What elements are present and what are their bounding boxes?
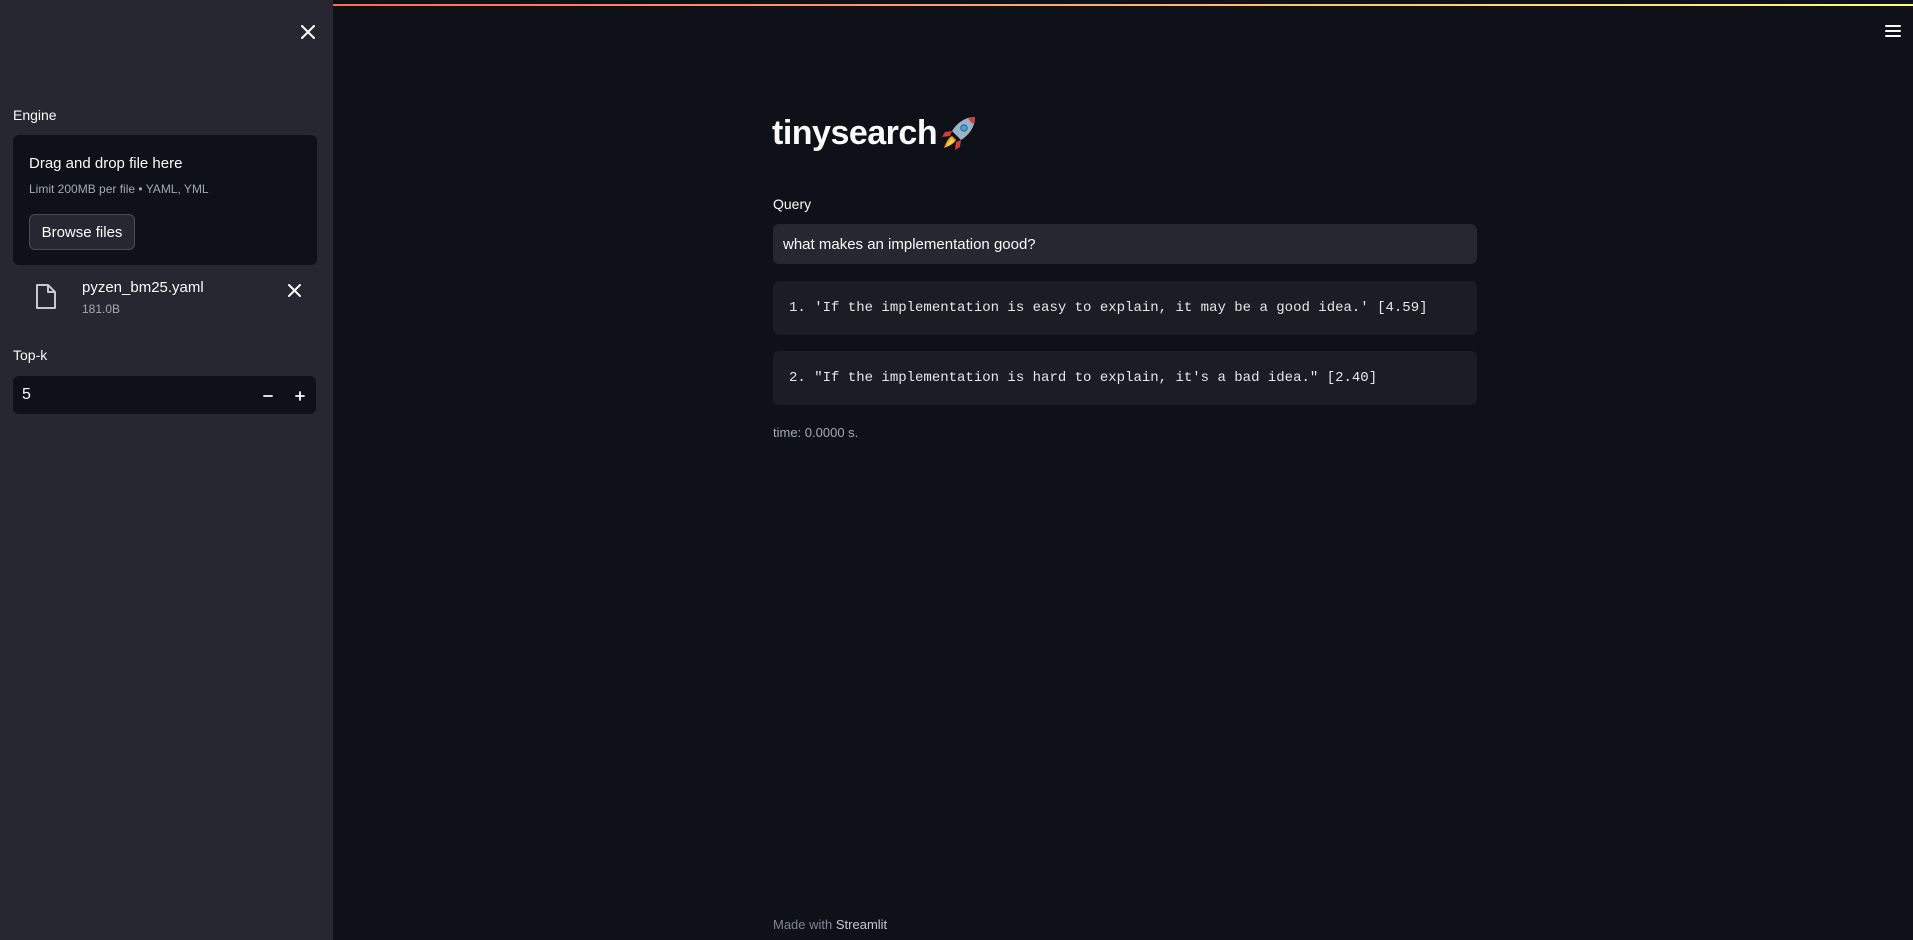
file-dropzone[interactable]: Drag and drop file here Limit 200MB per … <box>13 135 317 265</box>
result-item-1: 1. 'If the implementation is easy to exp… <box>773 281 1477 335</box>
query-label: Query <box>773 196 812 212</box>
hamburger-icon <box>1885 25 1901 37</box>
sidebar-close-button[interactable] <box>296 20 320 44</box>
footer: Made with Streamlit <box>773 917 887 932</box>
minus-icon <box>263 395 273 397</box>
dropzone-limit-text: Limit 200MB per file • YAML, YML <box>29 182 209 196</box>
result-item-2: 2. "If the implementation is hard to exp… <box>773 351 1477 405</box>
footer-prefix: Made with <box>773 917 836 932</box>
close-icon <box>301 25 315 39</box>
dropzone-title: Drag and drop file here <box>29 155 183 172</box>
uploaded-file-row: pyzen_bm25.yaml 181.0B <box>13 275 317 325</box>
streamlit-link[interactable]: Streamlit <box>836 917 887 932</box>
browse-files-button[interactable]: Browse files <box>29 214 135 250</box>
query-input[interactable] <box>773 224 1477 264</box>
main-menu-button[interactable] <box>1882 20 1904 42</box>
plus-icon <box>295 391 305 401</box>
engine-label: Engine <box>13 107 57 123</box>
close-icon <box>287 283 301 297</box>
file-icon <box>35 283 57 315</box>
topk-value[interactable]: 5 <box>22 386 31 404</box>
increment-button[interactable] <box>284 377 316 415</box>
page-title: tinysearch <box>772 113 979 153</box>
remove-file-button[interactable] <box>283 279 305 301</box>
page-title-text: tinysearch <box>772 113 938 152</box>
topk-label: Top-k <box>13 347 48 363</box>
uploaded-file-name: pyzen_bm25.yaml <box>82 279 204 296</box>
topk-number-input: 5 <box>13 376 316 414</box>
rocket-icon <box>939 113 979 153</box>
uploaded-file-size: 181.0B <box>82 302 121 316</box>
sidebar: Engine Drag and drop file here Limit 200… <box>0 0 333 940</box>
search-time-text: time: 0.0000 s. <box>773 425 859 440</box>
decrement-button[interactable] <box>252 377 284 415</box>
